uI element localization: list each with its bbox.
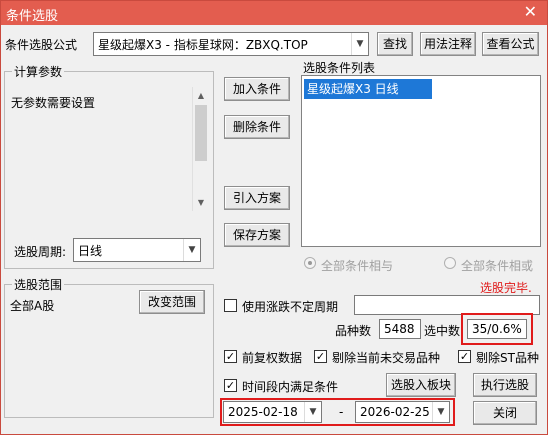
scroll-up-icon[interactable]: ▲ — [193, 87, 209, 104]
title-bar: 条件选股 ✕ — [1, 1, 547, 25]
close-button[interactable]: 关闭 — [473, 401, 537, 425]
range-text: 全部A股 — [10, 299, 55, 313]
import-plan-button[interactable]: 引入方案 — [224, 186, 290, 210]
selected-count-label: 选中数 — [424, 324, 461, 338]
time-period-checkbox[interactable]: ✓ — [224, 379, 237, 392]
close-icon[interactable]: ✕ — [524, 2, 537, 21]
total-count-field: 5488 — [379, 319, 421, 339]
variable-period-checkbox[interactable] — [224, 299, 237, 312]
save-plan-button[interactable]: 保存方案 — [224, 223, 290, 247]
date-range-highlight — [220, 398, 455, 426]
or-radio-label: 全部条件相或 — [461, 259, 534, 273]
usage-notes-button[interactable]: 用法注释 — [420, 32, 476, 56]
exclude-st-checkbox[interactable]: ✓ — [458, 350, 471, 363]
pre-adjust-label: 前复权数据 — [242, 351, 303, 365]
change-range-button[interactable]: 改变范围 — [139, 290, 205, 314]
variable-period-label: 使用涨跌不定周期 — [242, 300, 339, 314]
period-select[interactable]: 日线 ▼ — [73, 238, 201, 262]
exclude-st-label: 剔除ST品种 — [476, 351, 539, 365]
scroll-down-icon[interactable]: ▼ — [193, 194, 209, 211]
delete-condition-button[interactable]: 删除条件 — [224, 115, 290, 139]
view-formula-button[interactable]: 查看公式 — [482, 32, 539, 56]
time-period-label: 时间段内满足条件 — [242, 380, 339, 394]
chevron-down-icon[interactable]: ▼ — [183, 239, 200, 261]
range-group-label: 选股范围 — [12, 276, 65, 293]
total-count-label: 品种数 — [335, 324, 372, 338]
params-text: 无参数需要设置 — [11, 96, 96, 110]
or-radio[interactable] — [444, 257, 456, 269]
window-title: 条件选股 — [6, 9, 59, 24]
chevron-down-icon[interactable]: ▼ — [351, 33, 368, 55]
add-to-block-button[interactable]: 选股入板块 — [386, 373, 456, 397]
conditions-label: 选股条件列表 — [303, 61, 376, 75]
params-scrollbar[interactable]: ▲ ▼ — [192, 87, 209, 211]
formula-select-value: 星级起爆X3 - 指标星球网：ZBXQ.TOP — [98, 38, 308, 52]
and-radio-label: 全部条件相与 — [321, 259, 394, 273]
execute-button[interactable]: 执行选股 — [473, 373, 537, 397]
period-select-value: 日线 — [78, 244, 103, 258]
period-label: 选股周期: — [14, 245, 67, 259]
exclude-untraded-checkbox[interactable]: ✓ — [314, 350, 327, 363]
status-text: 选股完毕. — [480, 281, 532, 295]
variable-period-input[interactable] — [354, 295, 540, 315]
formula-label: 条件选股公式 — [5, 38, 78, 52]
params-group-label: 计算参数 — [12, 63, 65, 80]
formula-select[interactable]: 星级起爆X3 - 指标星球网：ZBXQ.TOP ▼ — [93, 32, 369, 56]
conditions-list-item[interactable]: 星级起爆X3 日线 — [304, 79, 432, 99]
selected-count-highlight — [461, 313, 533, 345]
add-condition-button[interactable]: 加入条件 — [224, 77, 290, 101]
conditions-list[interactable]: 星级起爆X3 日线 — [301, 75, 541, 247]
find-button[interactable]: 查找 — [377, 32, 413, 56]
exclude-untraded-label: 剔除当前未交易品种 — [332, 351, 441, 365]
stock-screener-window: 条件选股 ✕ 条件选股公式 星级起爆X3 - 指标星球网：ZBXQ.TOP ▼ … — [0, 0, 548, 435]
and-radio[interactable] — [304, 257, 316, 269]
pre-adjust-checkbox[interactable]: ✓ — [224, 350, 237, 363]
scroll-thumb[interactable] — [195, 105, 207, 161]
